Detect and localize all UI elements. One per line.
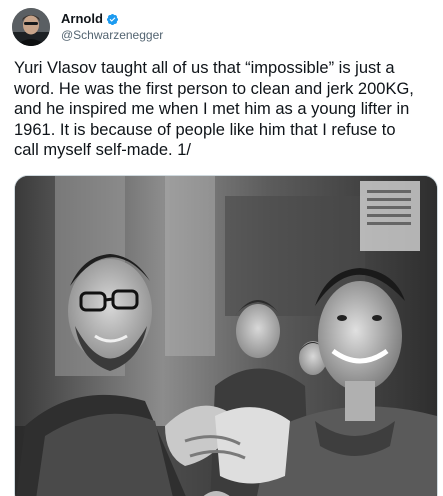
author-avatar[interactable] [12,8,50,46]
tweet-card[interactable]: Arnold @Schwarzenegger Yuri Vlasov taugh… [0,0,443,496]
author-name-row: Arnold [61,11,163,27]
tweet-text: Yuri Vlasov taught all of us that “impos… [14,59,414,160]
avatar-photo-icon [12,8,50,46]
author-names: Arnold @Schwarzenegger [61,11,163,43]
tweet-header: Arnold @Schwarzenegger [12,7,163,47]
tweet-photo[interactable] [14,175,438,496]
verified-badge-icon [106,13,119,26]
author-display-name[interactable]: Arnold [61,11,103,27]
photo-image [15,176,437,496]
author-handle[interactable]: @Schwarzenegger [61,27,163,43]
